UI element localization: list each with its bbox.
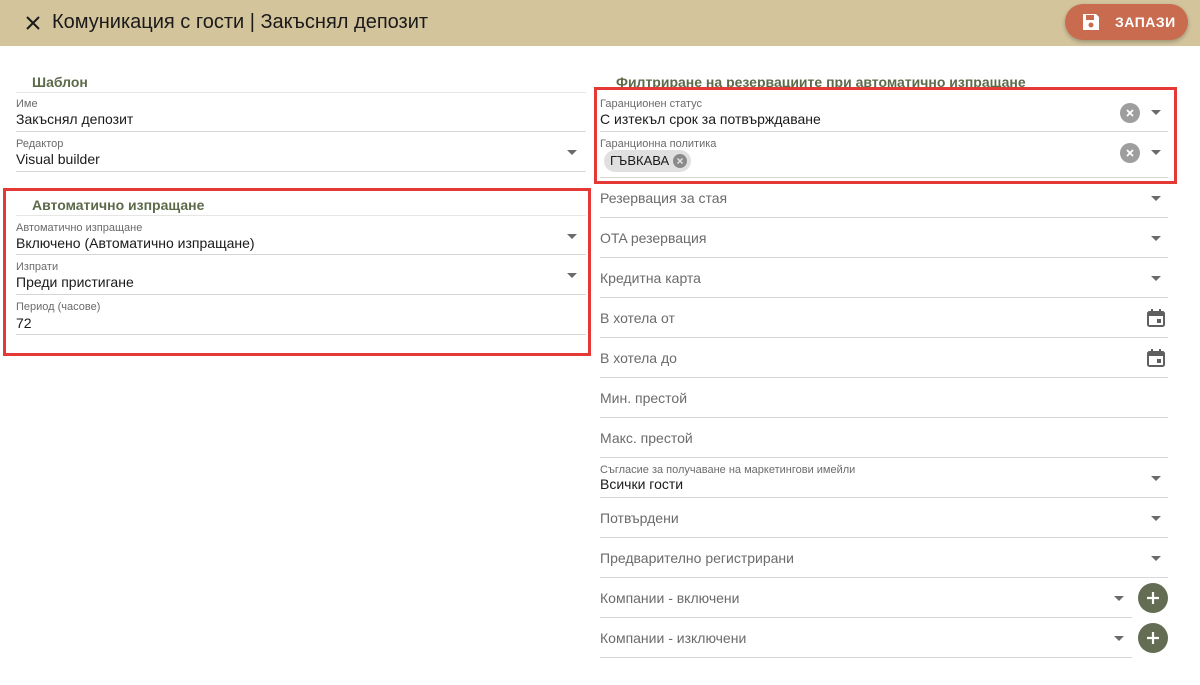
companies-excluded-select[interactable]: Компании - изключени	[600, 618, 1132, 658]
editor-label: Редактор	[16, 138, 64, 150]
credit-card-select[interactable]: Кредитна карта	[600, 258, 1168, 298]
name-label: Име	[16, 98, 38, 110]
min-stay-field[interactable]: Мин. престой	[600, 378, 1168, 418]
max-stay-label: Макс. престой	[600, 430, 693, 446]
auto-send-section-title: Автоматично изпращане	[32, 197, 205, 213]
chevron-down-icon[interactable]	[1114, 636, 1124, 641]
editor-value: Visual builder	[16, 151, 100, 167]
companies-included-label: Компании - включени	[600, 590, 740, 606]
marketing-consent-select[interactable]: Съгласие за получаване на маркетингови и…	[600, 458, 1168, 498]
guarantee-status-value: С изтекъл срок за потвърждаване	[600, 111, 821, 127]
ota-reservation-label: OTA резервация	[600, 230, 707, 246]
chip-remove-icon[interactable]	[673, 154, 688, 168]
guarantee-status-label: Гаранционен статус	[600, 98, 702, 110]
in-hotel-to-field[interactable]: В хотела до	[600, 338, 1168, 378]
chevron-down-icon[interactable]	[1151, 196, 1161, 201]
chevron-down-icon[interactable]	[567, 273, 577, 278]
companies-included-select[interactable]: Компании - включени	[600, 578, 1132, 618]
confirmed-label: Потвърдени	[600, 510, 679, 526]
room-reservation-label: Резервация за стая	[600, 190, 728, 206]
in-hotel-from-label: В хотела от	[600, 310, 675, 326]
chevron-down-icon[interactable]	[567, 234, 577, 239]
credit-card-label: Кредитна карта	[600, 270, 701, 286]
guarantee-policy-label: Гаранционна политика	[600, 138, 717, 150]
chevron-down-icon[interactable]	[567, 150, 577, 155]
send-when-value: Преди пристигане	[16, 274, 134, 290]
name-value[interactable]: Закъснял депозит	[16, 111, 133, 127]
guarantee-status-select[interactable]: Гаранционен статус С изтекъл срок за пот…	[600, 92, 1168, 132]
policy-chip-label: ГЪВКАВА	[610, 153, 670, 168]
top-bar: Комуникация с гости | Закъснял депозит З…	[0, 0, 1200, 46]
page-title: Комуникация с гости | Закъснял депозит	[52, 11, 429, 33]
calendar-icon[interactable]	[1146, 308, 1166, 328]
template-section-title: Шаблон	[32, 74, 88, 90]
room-reservation-select[interactable]: Резервация за стая	[600, 178, 1168, 218]
clear-icon[interactable]	[1120, 103, 1140, 123]
min-stay-label: Мин. престой	[600, 390, 688, 406]
close-button[interactable]	[20, 10, 46, 36]
floppy-disk-icon	[1083, 14, 1099, 30]
auto-send-value: Включено (Автоматично изпращане)	[16, 235, 255, 251]
add-company-excluded-button[interactable]	[1138, 623, 1168, 653]
auto-send-label: Автоматично изпращане	[16, 222, 143, 234]
preregistered-label: Предварително регистрирани	[600, 550, 794, 566]
chevron-down-icon[interactable]	[1151, 516, 1161, 521]
calendar-icon[interactable]	[1146, 348, 1166, 368]
in-hotel-from-field[interactable]: В хотела от	[600, 298, 1168, 338]
max-stay-field[interactable]: Макс. престой	[600, 418, 1168, 458]
close-icon	[26, 16, 40, 30]
chevron-down-icon[interactable]	[1151, 150, 1161, 155]
chevron-down-icon[interactable]	[1114, 596, 1124, 601]
companies-excluded-label: Компании - изключени	[600, 630, 747, 646]
policy-chip: ГЪВКАВА	[604, 150, 692, 172]
ota-reservation-select[interactable]: OTA резервация	[600, 218, 1168, 258]
auto-send-select[interactable]: Автоматично изпращане Включено (Автомати…	[16, 215, 586, 255]
plus-icon	[1147, 592, 1159, 604]
add-company-included-button[interactable]	[1138, 583, 1168, 613]
in-hotel-to-label: В хотела до	[600, 350, 677, 366]
chevron-down-icon[interactable]	[1151, 556, 1161, 561]
plus-icon	[1147, 632, 1159, 644]
chevron-down-icon[interactable]	[1151, 476, 1161, 481]
name-field[interactable]: Име Закъснял депозит	[16, 92, 586, 132]
preregistered-select[interactable]: Предварително регистрирани	[600, 538, 1168, 578]
chevron-down-icon[interactable]	[1151, 236, 1161, 241]
period-label: Период (часове)	[16, 301, 101, 313]
confirmed-select[interactable]: Потвърдени	[600, 498, 1168, 538]
marketing-consent-value: Всички гости	[600, 476, 684, 492]
marketing-consent-label: Съгласие за получаване на маркетингови и…	[600, 464, 856, 476]
chevron-down-icon[interactable]	[1151, 110, 1161, 115]
period-value[interactable]: 72	[16, 315, 32, 331]
clear-icon[interactable]	[1120, 143, 1140, 163]
save-button-label: ЗАПАЗИ	[1115, 14, 1176, 30]
period-field[interactable]: Период (часове) 72	[16, 295, 586, 335]
send-when-select[interactable]: Изпрати Преди пристигане	[16, 255, 586, 295]
guarantee-policy-select[interactable]: Гаранционна политика ГЪВКАВА	[600, 132, 1168, 178]
send-when-label: Изпрати	[16, 261, 59, 273]
save-button[interactable]: ЗАПАЗИ	[1065, 4, 1188, 40]
chevron-down-icon[interactable]	[1151, 276, 1161, 281]
editor-select[interactable]: Редактор Visual builder	[16, 132, 586, 172]
